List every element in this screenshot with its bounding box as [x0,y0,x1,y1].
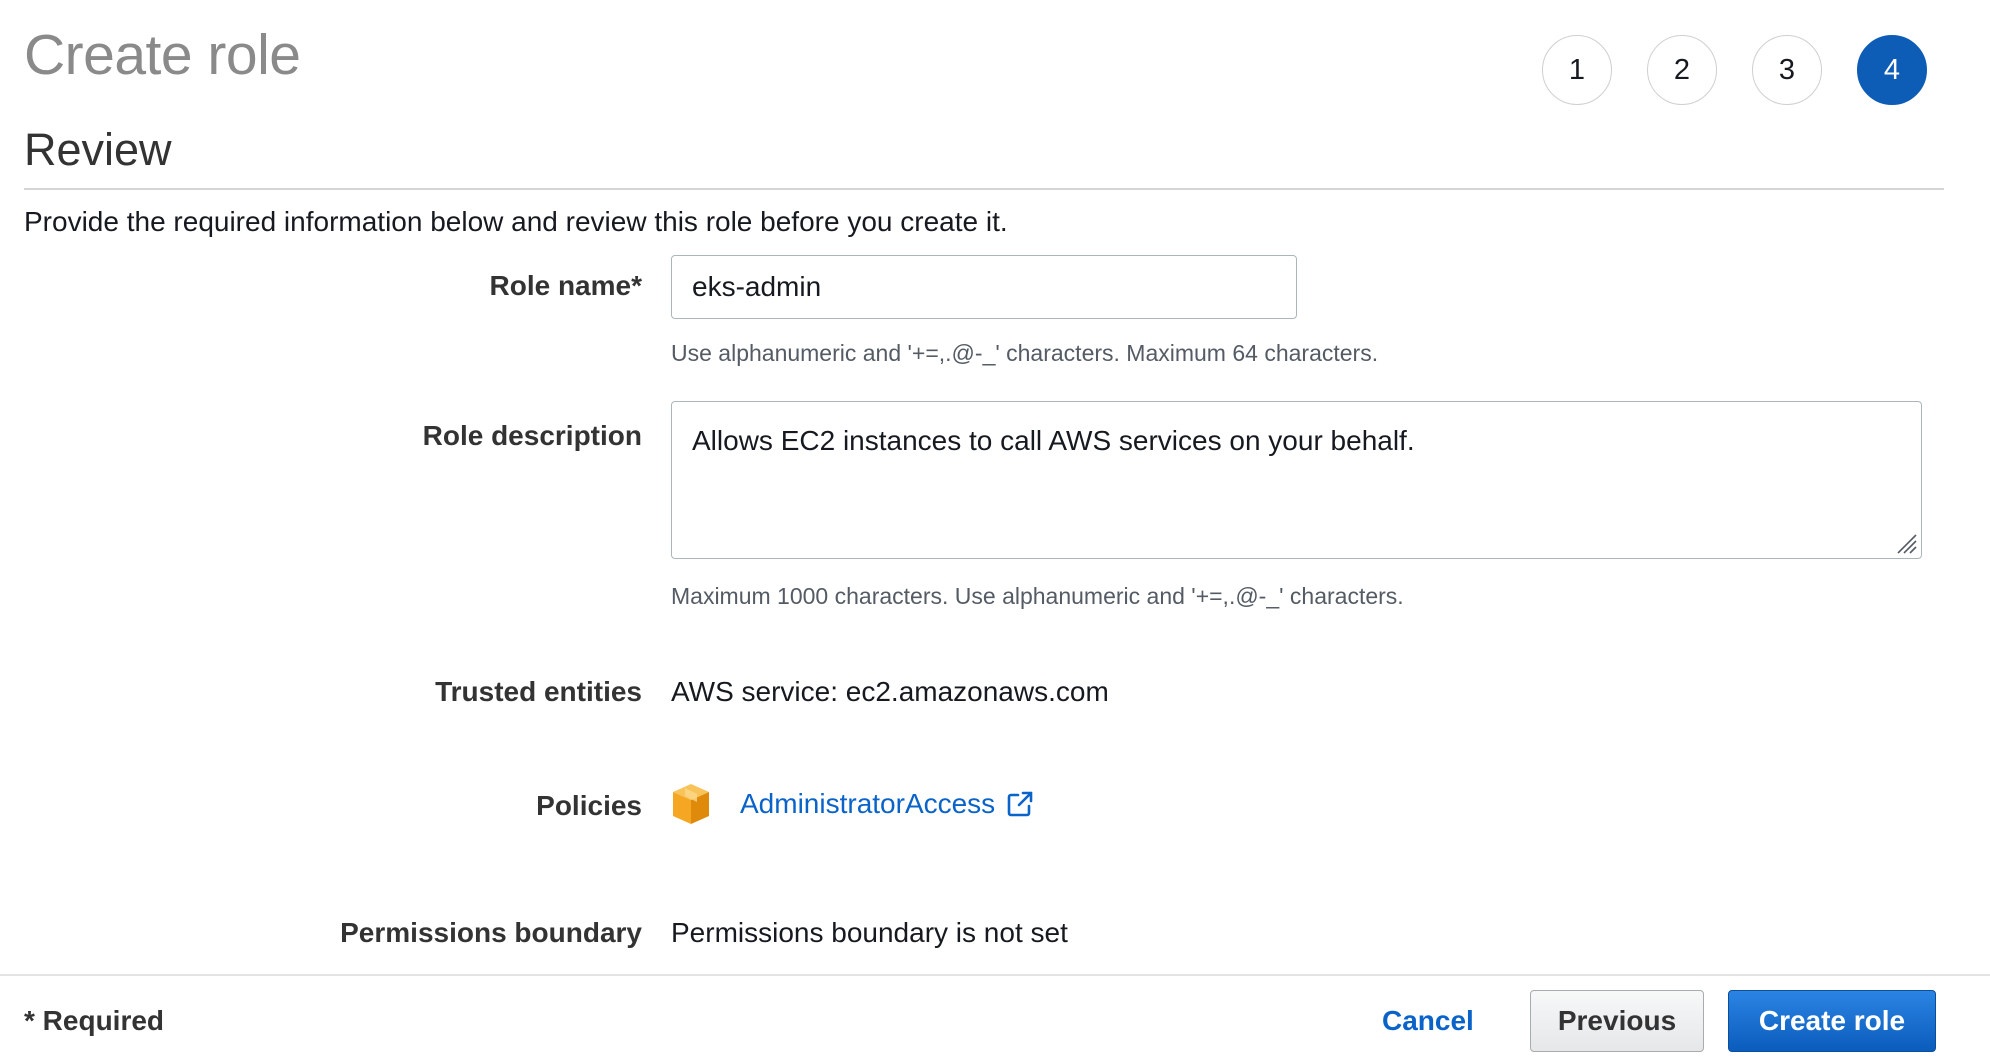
policy-name: AdministratorAccess [740,788,996,819]
step-2[interactable]: 2 [1647,35,1717,105]
footer-divider [0,974,1990,976]
wizard-steps: 1 2 3 4 [1542,35,1927,105]
step-3[interactable]: 3 [1752,35,1822,105]
trusted-entities-value: AWS service: ec2.amazonaws.com [671,676,1109,707]
permissions-boundary-value: Permissions boundary is not set [671,917,1068,948]
section-divider [24,188,1944,190]
role-description-hint: Maximum 1000 characters. Use alphanumeri… [671,583,1404,609]
role-description-label: Role description [422,420,642,451]
policy-link-administratoraccess[interactable]: AdministratorAccess [740,788,1035,820]
resize-handle-icon[interactable] [1896,533,1918,555]
role-name-label: Role name* [489,270,643,301]
page-title: Create role [24,23,301,87]
create-role-button[interactable]: Create role [1728,990,1936,1052]
intro-text: Provide the required information below a… [24,206,1008,237]
required-note: * Required [24,1005,165,1036]
role-description-textarea[interactable]: Allows EC2 instances to call AWS service… [671,401,1922,559]
policy-item: AdministratorAccess [671,782,1035,826]
step-4-current: 4 [1857,35,1927,105]
role-name-input[interactable] [671,255,1297,319]
previous-button[interactable]: Previous [1530,990,1704,1052]
policies-label: Policies [536,790,642,821]
section-title: Review [24,124,172,175]
role-name-hint: Use alphanumeric and '+=,.@-_' character… [671,340,1379,366]
trusted-entities-label: Trusted entities [435,676,642,707]
external-link-icon [1007,791,1033,817]
cancel-button[interactable]: Cancel [1382,1005,1474,1037]
policy-box-icon [673,784,709,824]
permissions-boundary-label: Permissions boundary [340,917,642,948]
create-role-page: Create role 1 2 3 4 Review Provide the r… [0,0,1990,1060]
step-1[interactable]: 1 [1542,35,1612,105]
role-description-wrapper: Allows EC2 instances to call AWS service… [671,401,1922,559]
